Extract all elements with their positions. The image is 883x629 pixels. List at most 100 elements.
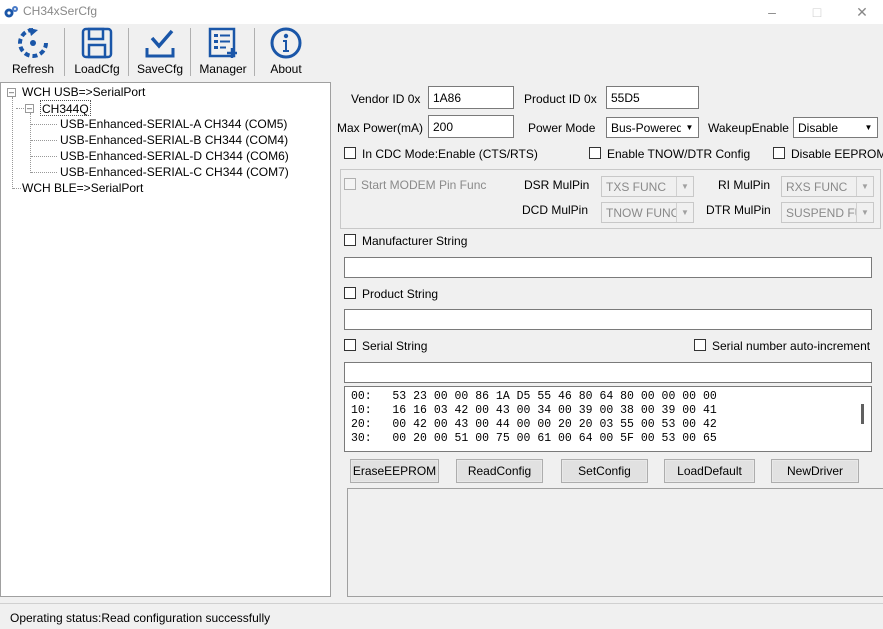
device-tree[interactable]: – WCH USB=>SerialPort – CH344Q USB-Enhan… <box>0 82 331 597</box>
power-mode-select[interactable]: Bus-Powered ▼ <box>606 117 699 138</box>
tree-node-port[interactable]: USB-Enhanced-SERIAL-D CH344 (COM6) <box>60 148 289 164</box>
read-config-button[interactable]: ReadConfig <box>456 459 543 483</box>
hex-scrollbar[interactable] <box>855 388 871 450</box>
dtr-mulpin-value: SUSPEND FUNC <box>786 206 858 220</box>
tree-node-ble-root[interactable]: WCH BLE=>SerialPort <box>22 180 143 196</box>
cdc-mode-checkbox[interactable] <box>344 147 356 159</box>
tree-line <box>31 124 57 125</box>
serial-auto-increment-checkbox[interactable] <box>694 339 706 351</box>
collapse-toggle[interactable]: – <box>7 88 16 97</box>
tree-node-port[interactable]: USB-Enhanced-SERIAL-B CH344 (COM4) <box>60 132 288 148</box>
tree-node-usb-root[interactable]: WCH USB=>SerialPort <box>22 84 145 100</box>
manager-label: Manager <box>199 62 247 76</box>
log-area[interactable] <box>347 488 883 597</box>
serial-string-checkbox[interactable] <box>344 339 356 351</box>
dtr-mulpin-label: DTR MulPin <box>706 203 771 217</box>
hex-line: 20: 00 42 00 43 00 44 00 00 20 20 03 55 … <box>351 418 717 431</box>
about-label: About <box>270 62 302 76</box>
dropdown-arrow-icon: ▼ <box>856 203 873 222</box>
dropdown-arrow-icon: ▼ <box>860 118 877 137</box>
manager-button[interactable]: Manager <box>194 26 252 78</box>
wakeup-select[interactable]: Disable ▼ <box>793 117 878 138</box>
refresh-button[interactable]: Refresh <box>6 26 60 78</box>
floppy-disk-icon <box>81 27 113 59</box>
dtr-mulpin-select[interactable]: SUSPEND FUNC ▼ <box>781 202 874 223</box>
tree-line <box>31 156 57 157</box>
cdc-mode-label: In CDC Mode:Enable (CTS/RTS) <box>362 147 538 161</box>
product-string-input[interactable] <box>344 309 872 330</box>
tree-line <box>31 172 57 173</box>
toolbar-separator <box>190 28 191 76</box>
scroll-thumb[interactable] <box>861 404 864 424</box>
load-cfg-label: LoadCfg <box>74 62 120 76</box>
dropdown-arrow-icon: ▼ <box>676 203 693 222</box>
gears-icon <box>4 6 18 18</box>
serial-auto-increment-label: Serial number auto-increment <box>712 339 871 353</box>
ri-mulpin-select[interactable]: RXS FUNC ▼ <box>781 176 874 197</box>
manufacturer-checkbox[interactable] <box>344 234 356 246</box>
eeprom-hex-view[interactable]: 00: 53 23 00 00 86 1A D5 55 46 80 64 80 … <box>344 386 872 452</box>
close-button[interactable]: ✕ <box>840 0 883 24</box>
maximize-button[interactable]: □ <box>795 0 839 24</box>
tree-line <box>30 113 31 173</box>
product-id-label: Product ID 0x <box>524 92 597 106</box>
hex-line: 10: 16 16 03 42 00 43 00 34 00 39 00 38 … <box>351 404 717 417</box>
set-config-button[interactable]: SetConfig <box>561 459 648 483</box>
minimize-button[interactable]: – <box>750 0 794 24</box>
dropdown-arrow-icon: ▼ <box>676 177 693 196</box>
vendor-id-label: Vendor ID 0x <box>351 92 421 106</box>
dsr-mulpin-label: DSR MulPin <box>524 178 590 192</box>
product-id-input[interactable] <box>606 86 699 109</box>
tree-line <box>12 97 13 189</box>
status-text: Operating status:Read configuration succ… <box>10 611 271 625</box>
tree-node-chip[interactable]: CH344Q <box>40 100 91 116</box>
tree-node-port[interactable]: USB-Enhanced-SERIAL-C CH344 (COM7) <box>60 164 289 180</box>
max-power-label: Max Power(mA) <box>337 121 424 135</box>
dsr-mulpin-select[interactable]: TXS FUNC ▼ <box>601 176 694 197</box>
hex-line: 30: 00 20 00 51 00 75 00 61 00 64 00 5F … <box>351 432 717 445</box>
serial-string-label: Serial String <box>362 339 428 353</box>
dropdown-arrow-icon: ▼ <box>856 177 873 196</box>
manufacturer-label: Manufacturer String <box>362 234 468 248</box>
dropdown-arrow-icon: ▼ <box>681 118 698 137</box>
load-default-button[interactable]: LoadDefault <box>664 459 755 483</box>
tnow-dtr-checkbox[interactable] <box>589 147 601 159</box>
toolbar-separator <box>64 28 65 76</box>
save-cfg-button[interactable]: SaveCfg <box>132 26 188 78</box>
wakeup-value: Disable <box>798 121 839 135</box>
load-cfg-button[interactable]: LoadCfg <box>68 26 126 78</box>
manager-list-icon <box>208 27 237 58</box>
modem-func-checkbox[interactable] <box>344 178 356 190</box>
toolbar-separator <box>128 28 129 76</box>
product-string-label: Product String <box>362 287 439 301</box>
max-power-input[interactable] <box>428 115 514 138</box>
info-icon <box>270 27 302 59</box>
toolbar: Refresh LoadCfg SaveCfg Manager About <box>0 24 883 80</box>
hex-line: 00: 53 23 00 00 86 1A D5 55 46 80 64 80 … <box>351 390 717 403</box>
dsr-mulpin-value: TXS FUNC <box>606 180 666 194</box>
tree-node-port[interactable]: USB-Enhanced-SERIAL-A CH344 (COM5) <box>60 116 287 132</box>
toolbar-separator <box>254 28 255 76</box>
disable-eeprom-checkbox[interactable] <box>773 147 785 159</box>
about-button[interactable]: About <box>260 26 312 78</box>
save-arrow-icon <box>145 29 175 58</box>
product-string-checkbox[interactable] <box>344 287 356 299</box>
vendor-id-input[interactable] <box>428 86 514 109</box>
collapse-toggle[interactable]: – <box>25 104 34 113</box>
power-mode-value: Bus-Powered <box>611 121 681 135</box>
tree-line <box>31 140 57 141</box>
tree-line <box>13 188 21 189</box>
dcd-mulpin-label: DCD MulPin <box>522 203 589 217</box>
ri-mulpin-value: RXS FUNC <box>786 180 848 194</box>
erase-eeprom-button[interactable]: EraseEEPROM <box>350 459 439 483</box>
disable-eeprom-label: Disable EEPROM <box>791 147 883 161</box>
tnow-dtr-label: Enable TNOW/DTR Config <box>607 147 751 161</box>
dcd-mulpin-select[interactable]: TNOW FUNC ▼ <box>601 202 694 223</box>
new-driver-button[interactable]: NewDriver <box>771 459 859 483</box>
window-title: CH34xSerCfg <box>23 4 98 18</box>
serial-string-input[interactable] <box>344 362 872 383</box>
title-bar: CH34xSerCfg – □ ✕ <box>0 0 883 24</box>
manufacturer-input[interactable] <box>344 257 872 278</box>
dcd-mulpin-value: TNOW FUNC <box>606 206 678 220</box>
status-bar: Operating status:Read configuration succ… <box>0 603 883 629</box>
